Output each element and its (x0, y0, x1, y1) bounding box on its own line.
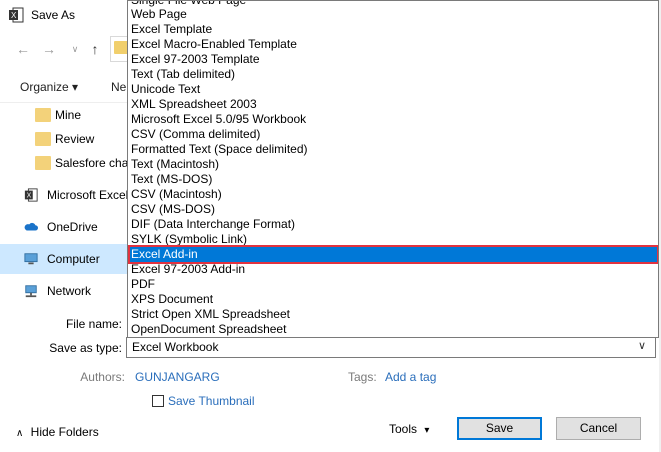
dropdown-option[interactable]: Strict Open XML Spreadsheet (130, 307, 657, 322)
svg-text:X: X (11, 11, 17, 20)
save-thumbnail-checkbox[interactable] (152, 395, 164, 407)
nav-item-label: Review (55, 132, 95, 146)
nav-item-label: Mine (55, 108, 82, 122)
dropdown-option[interactable]: Text (Tab delimited) (130, 67, 657, 82)
organize-button[interactable]: Organize ▾ (20, 80, 78, 94)
network-icon (25, 285, 37, 298)
authors-value[interactable]: GUNJANGARG (135, 370, 220, 384)
dropdown-option[interactable]: CSV (Macintosh) (130, 187, 657, 202)
nav-item-label: OneDrive (47, 220, 98, 234)
hide-folders-label: Hide Folders (30, 425, 99, 439)
dropdown-option[interactable]: PDF (130, 277, 657, 292)
save-thumbnail-label[interactable]: Save Thumbnail (168, 394, 255, 408)
save-button[interactable]: Save (457, 417, 542, 440)
window-title: Save As (31, 8, 76, 22)
dropdown-option[interactable]: Web Page (130, 7, 657, 22)
file-name-label: File name: (65, 317, 122, 331)
dropdown-option[interactable]: Excel Macro-Enabled Template (130, 37, 657, 52)
nav-item-microsoft-excel[interactable]: X Microsoft Excel (0, 180, 128, 210)
excel-icon: X (24, 188, 38, 202)
nav-item-onedrive[interactable]: OneDrive (0, 212, 128, 242)
chevron-up-icon: ∧ (16, 428, 24, 439)
tools-label: Tools (389, 422, 418, 436)
computer-icon (24, 253, 38, 265)
dropdown-option[interactable]: DIF (Data Interchange Format) (130, 217, 657, 232)
dropdown-option[interactable]: XPS Document (130, 292, 657, 307)
recent-chevron-icon[interactable]: ∨ (66, 40, 84, 58)
nav-item-salesfore[interactable]: Salesfore chal (0, 148, 132, 178)
cancel-button[interactable]: Cancel (556, 417, 641, 440)
nav-item-computer[interactable]: Computer (0, 244, 128, 274)
add-tag-link[interactable]: Add a tag (385, 370, 436, 384)
excel-app-icon: X (9, 7, 24, 23)
nav-item-label: Microsoft Excel (47, 188, 129, 202)
new-folder-button[interactable]: Ne (111, 80, 126, 94)
nav-item-label: Salesfore chal (55, 156, 132, 170)
dropdown-arrow-icon: ▾ (424, 425, 430, 436)
dropdown-option[interactable]: OpenDocument Spreadsheet (130, 322, 657, 337)
dropdown-option[interactable]: Formatted Text (Space delimited) (130, 142, 657, 157)
back-arrow-icon[interactable]: ← (14, 40, 32, 58)
nav-item-label: Computer (47, 252, 100, 266)
chevron-down-icon[interactable]: ∨ (638, 339, 646, 352)
cloud-icon (24, 222, 38, 231)
folder-icon (35, 132, 51, 146)
dropdown-option[interactable]: Excel Template (130, 22, 657, 37)
save-as-type-dropdown-list[interactable]: Single File Web Page Web Page Excel Temp… (127, 0, 659, 338)
dropdown-option[interactable]: Excel 97-2003 Template (130, 52, 657, 67)
dropdown-option[interactable]: Microsoft Excel 5.0/95 Workbook (130, 112, 657, 127)
save-as-type-label: Save as type: (49, 341, 122, 355)
nav-item-label: Network (47, 284, 92, 298)
dropdown-option[interactable]: CSV (MS-DOS) (130, 202, 657, 217)
tags-label: Tags: (348, 370, 377, 384)
dropdown-option[interactable]: CSV (Comma delimited) (130, 127, 657, 142)
dropdown-option[interactable]: Unicode Text (130, 82, 657, 97)
folder-icon (35, 108, 51, 122)
forward-arrow-icon[interactable]: → (40, 40, 58, 58)
dropdown-option[interactable]: SYLK (Symbolic Link) (130, 232, 657, 247)
svg-text:X: X (27, 193, 32, 200)
folder-icon (35, 156, 51, 170)
dropdown-option[interactable]: Excel 97-2003 Add-in (130, 262, 657, 277)
dropdown-option[interactable]: XML Spreadsheet 2003 (130, 97, 657, 112)
hide-folders-button[interactable]: ∧ Hide Folders (16, 425, 99, 439)
up-arrow-icon[interactable]: ↑ (86, 40, 104, 58)
dropdown-option[interactable]: Text (MS-DOS) (130, 172, 657, 187)
authors-label: Authors: (80, 370, 125, 384)
dropdown-option-selected[interactable]: Excel Add-in (128, 245, 658, 264)
save-as-type-value: Excel Workbook (132, 340, 219, 354)
dropdown-option[interactable]: Text (Macintosh) (130, 157, 657, 172)
tools-button[interactable]: Tools ▾ (389, 422, 429, 436)
nav-item-network[interactable]: Network (0, 276, 128, 306)
